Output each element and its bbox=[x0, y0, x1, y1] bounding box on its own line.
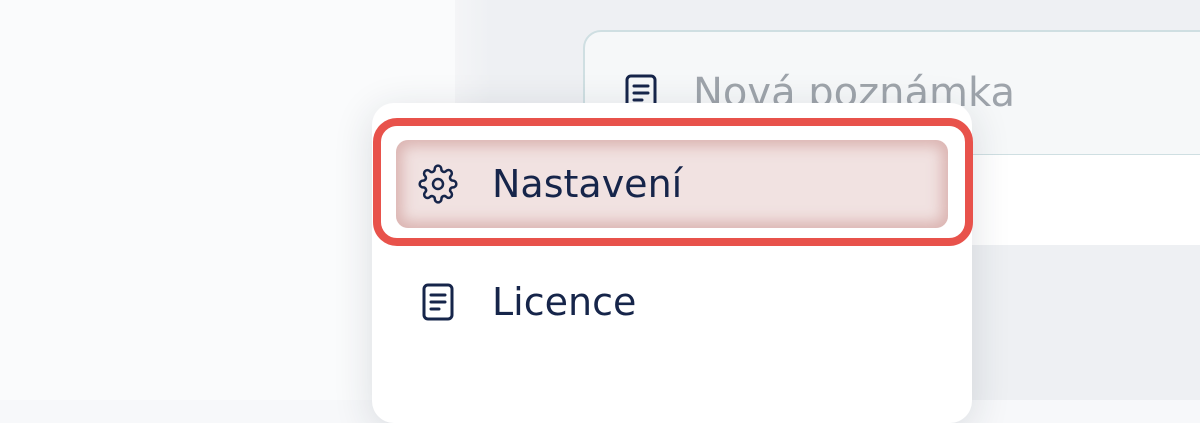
menu-item-label: Licence bbox=[492, 280, 637, 324]
context-menu: Nastavení Licence bbox=[372, 103, 972, 423]
content-card bbox=[940, 155, 1200, 245]
menu-item-settings[interactable]: Nastavení bbox=[396, 140, 948, 228]
document-icon bbox=[416, 280, 460, 324]
gear-icon bbox=[416, 162, 460, 206]
menu-item-licence[interactable]: Licence bbox=[396, 258, 948, 346]
menu-item-label: Nastavení bbox=[492, 162, 683, 206]
